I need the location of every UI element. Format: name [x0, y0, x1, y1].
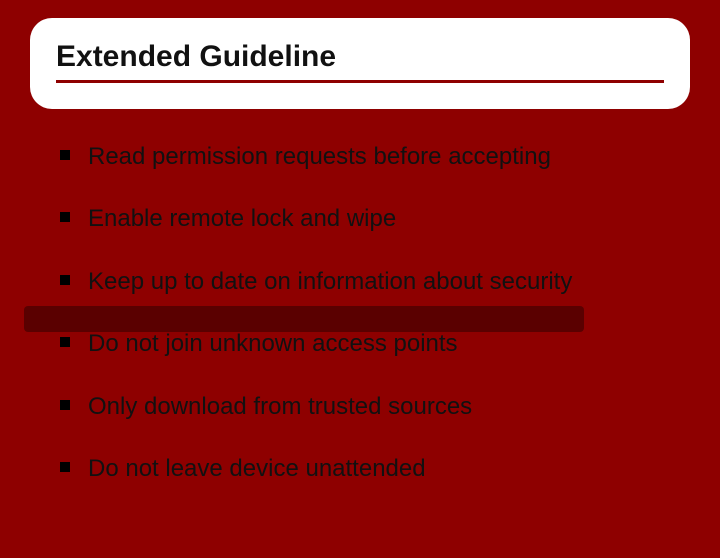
- bullet-text: Do not join unknown access points: [88, 328, 458, 360]
- list-item: Do not join unknown access points: [60, 328, 660, 360]
- overlay-bar: [24, 306, 584, 332]
- slide: Extended Guideline Read permission reque…: [0, 18, 720, 558]
- square-bullet-icon: [60, 337, 70, 347]
- square-bullet-icon: [60, 400, 70, 410]
- list-item: Enable remote lock and wipe: [60, 203, 660, 235]
- bullet-text: Only download from trusted sources: [88, 391, 472, 423]
- bullet-text: Keep up to date on information about sec…: [88, 266, 572, 298]
- bullet-text: Do not leave device unattended: [88, 453, 426, 485]
- list-item: Do not leave device unattended: [60, 453, 660, 485]
- square-bullet-icon: [60, 212, 70, 222]
- square-bullet-icon: [60, 150, 70, 160]
- list-item: Read permission requests before acceptin…: [60, 141, 660, 173]
- title-underline: [56, 80, 664, 83]
- list-item: Only download from trusted sources: [60, 391, 660, 423]
- square-bullet-icon: [60, 275, 70, 285]
- page-title: Extended Guideline: [56, 40, 664, 74]
- title-card: Extended Guideline: [30, 18, 690, 109]
- square-bullet-icon: [60, 462, 70, 472]
- bullet-text: Read permission requests before acceptin…: [88, 141, 551, 173]
- bullet-text: Enable remote lock and wipe: [88, 203, 396, 235]
- list-item: Keep up to date on information about sec…: [60, 266, 660, 298]
